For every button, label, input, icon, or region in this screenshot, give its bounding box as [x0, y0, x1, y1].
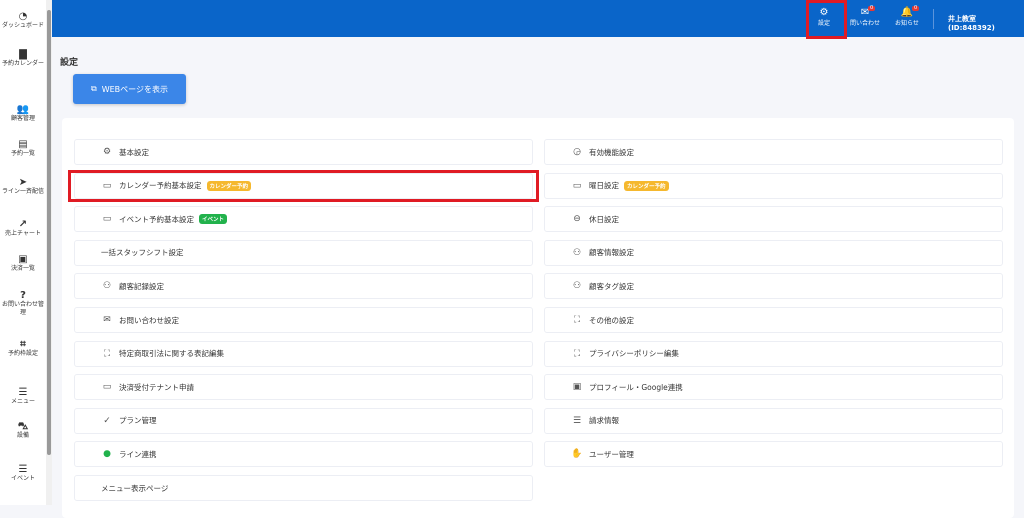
header: ⚙ 設定 ✉ 0 問い合わせ 🔔 0 お知らせ [52, 0, 1024, 37]
send-icon: ➤ [18, 177, 28, 189]
chart-icon: ↗ [18, 219, 28, 231]
dashboard-icon: ◔ [18, 11, 28, 23]
settings-item[interactable]: ▣ プロフィール・Google連携 [544, 374, 1003, 401]
settings-item[interactable]: 一括スタッフシフト設定 [74, 239, 533, 266]
sidebar-item[interactable]: ? お問い合わせ管理 [0, 285, 46, 323]
check-circle-icon: ✓ [103, 415, 111, 426]
calendar-badge: カレンダー予約 [624, 180, 669, 191]
id-card-icon: ▣ [572, 382, 582, 393]
dashed-box-icon: ⛶ [573, 348, 581, 359]
clipboard-icon: ▤ [18, 139, 28, 151]
sidebar: ◔ ダッシュボード ▇ 予約カレンダー 👥 顧客管理 ▤ 予約一覧 ➤ ライン一斉配信 ↗ 売上チャー… [0, 0, 52, 505]
scrollbar-thumb[interactable] [47, 10, 51, 455]
page-title: 設定 [60, 58, 79, 68]
settings-item[interactable]: ⊖ 休日設定 [544, 206, 1003, 233]
money-icon: ▣ [18, 254, 28, 266]
sidebar-item[interactable]: 👥 顧客管理 [0, 95, 46, 133]
settings-item[interactable]: メニュー表示ページ [74, 475, 533, 501]
settings-item[interactable]: ⚇ 顧客タグ設定 [544, 273, 1003, 300]
settings-item[interactable]: ⛶ 特定商取引法に関する表記編集 [74, 340, 533, 367]
settings-item[interactable]: ⛶ その他の設定 [544, 307, 1003, 333]
settings-item[interactable]: ✉ お問い合わせ設定 [74, 307, 533, 333]
hand-icon: ✋ [571, 449, 583, 460]
settings-item[interactable]: ☰ 請求情報 [544, 407, 1003, 434]
settings-item[interactable]: ▭ イベント予約基本設定 イベント [74, 206, 533, 233]
crop-icon: ⌗ [20, 339, 26, 351]
highlight-box [68, 170, 539, 202]
user-account[interactable]: 井上教室 (ID:848392) [948, 14, 1024, 32]
notice-button[interactable]: 🔔 0 お知らせ [895, 5, 920, 27]
sidebar-item[interactable]: ⛍ 設備 [0, 412, 46, 450]
minus-circle-icon: ⊖ [573, 214, 581, 225]
bell-icon: 🔔 0 [900, 5, 920, 18]
car-icon: ⛍ [17, 421, 29, 433]
settings-item[interactable]: ⚇ 顧客記録設定 [74, 273, 533, 300]
users-icon: 👥 [16, 104, 30, 116]
header-divider [933, 9, 934, 29]
line-icon: ● [103, 449, 111, 460]
highlight-box [806, 0, 847, 39]
sidebar-item[interactable]: ☰ イベント [0, 455, 46, 493]
inquiry-count: 0 [868, 5, 876, 11]
question-icon: ? [20, 290, 26, 302]
billing-icon: ☰ [572, 415, 582, 426]
sidebar-item[interactable]: ☰ メニュー [0, 378, 46, 416]
mail-icon: ✉ 0 [860, 5, 876, 18]
calendar-icon: ▭ [102, 214, 112, 225]
settings-item[interactable]: ✓ プラン管理 [74, 407, 533, 434]
sidebar-item[interactable]: ◔ ダッシュボード [0, 2, 46, 40]
mail-icon: ✉ [103, 315, 111, 325]
settings-item[interactable]: ● ライン連携 [74, 441, 533, 468]
external-link-icon: ⧉ [90, 84, 97, 93]
settings-item[interactable]: ◶ 有効機能設定 [544, 139, 1003, 165]
view-web-page-button[interactable]: ⧉ WEBページを表示 [73, 74, 186, 104]
user-plus-icon: ⚇ [102, 281, 112, 292]
sidebar-scrollbar[interactable] [46, 0, 52, 505]
dashed-box-icon: ⛶ [103, 348, 111, 359]
calendar-icon: ▇ [19, 49, 27, 61]
sidebar-item[interactable]: ▣ 決済一覧 [0, 245, 46, 283]
settings-item[interactable]: ▭ 曜日設定 カレンダー予約 [544, 172, 1003, 199]
inquiry-button[interactable]: ✉ 0 問い合わせ [850, 5, 880, 28]
settings-item[interactable]: ▭ 決済受付テナント申請 [74, 374, 533, 401]
credit-card-icon: ▭ [102, 382, 112, 393]
features-icon: ◶ [573, 147, 581, 157]
user-plus-icon: ⚇ [572, 281, 582, 292]
settings-item[interactable]: ✋ ユーザー管理 [544, 441, 1003, 468]
sidebar-item[interactable]: ▇ 予約カレンダー [0, 40, 46, 78]
sidebar-item[interactable]: ↗ 売上チャート [0, 210, 46, 248]
settings-item[interactable]: ⚇ 顧客情報設定 [544, 239, 1003, 266]
users-icon: ⚇ [572, 247, 582, 258]
event-badge: イベント [199, 214, 228, 225]
gear-icon: ⚙ [102, 147, 112, 157]
calendar-icon: ▭ [572, 180, 582, 191]
settings-item[interactable]: ⚙ 基本設定 [74, 139, 533, 165]
sidebar-item[interactable]: ⌗ 予約枠設定 [0, 330, 46, 368]
list-icon: ☰ [18, 387, 28, 399]
notice-count: 0 [911, 5, 920, 11]
settings-item[interactable]: ⛶ プライバシーポリシー編集 [544, 340, 1003, 367]
list-icon: ☰ [18, 464, 28, 476]
sidebar-item[interactable]: ➤ ライン一斉配信 [0, 168, 46, 206]
dashed-box-icon: ⛶ [573, 315, 581, 325]
sidebar-item[interactable]: ▤ 予約一覧 [0, 130, 46, 168]
